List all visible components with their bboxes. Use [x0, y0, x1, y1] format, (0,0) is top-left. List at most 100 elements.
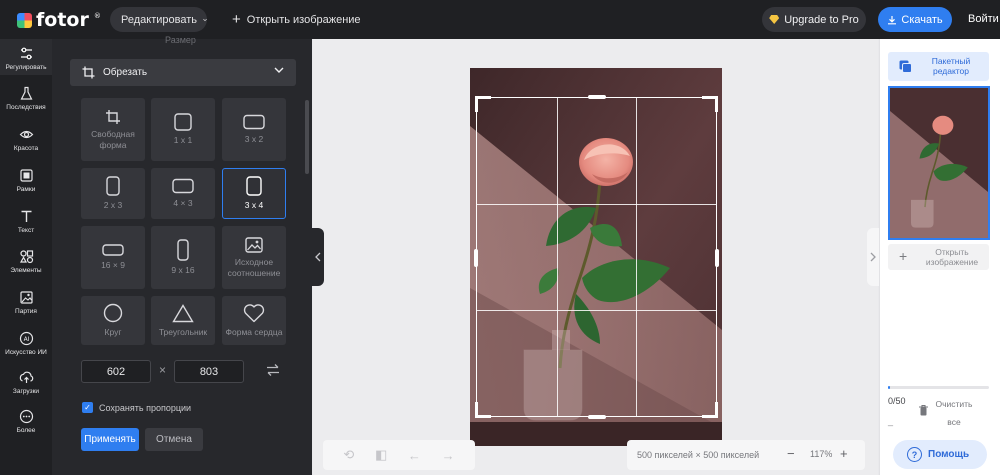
collapse-panel-button[interactable]	[311, 228, 324, 286]
crop-corner-top-left[interactable]	[475, 96, 491, 112]
clear-all-button[interactable]: Очистить все	[933, 395, 975, 431]
thumbnail-illustration	[890, 88, 988, 238]
chevron-left-icon	[314, 252, 320, 262]
crop-icon	[82, 66, 95, 79]
logo-text: fotor	[36, 9, 89, 31]
preset-4x3[interactable]: 4 × 3	[151, 168, 215, 219]
zoom-in-button[interactable]: +	[840, 446, 848, 461]
crop-frame[interactable]	[474, 95, 719, 419]
rail-label: Загрузки	[12, 388, 40, 395]
shapes-icon	[19, 250, 33, 264]
zoom-out-button[interactable]: −	[787, 446, 795, 461]
rail-item-batch[interactable]: Партия	[0, 290, 52, 315]
portrait-rect-icon	[246, 176, 262, 196]
preset-label: Форма сердца	[225, 327, 283, 337]
rail-item-ai-art[interactable]: AI Искусство ИИ	[0, 331, 52, 356]
help-label: Помощь	[928, 449, 970, 460]
height-input[interactable]: 803	[174, 360, 244, 383]
width-input[interactable]: 602	[81, 360, 151, 383]
crop-handle-right[interactable]	[715, 249, 719, 267]
preset-label: 3 x 2	[244, 134, 264, 144]
image-icon	[245, 236, 263, 253]
upload-icon	[19, 371, 33, 383]
batch-editor-button[interactable]: Пакетный редактор	[888, 52, 989, 81]
grid-line	[477, 203, 716, 205]
preset-label: 9 x 16	[171, 265, 195, 275]
ai-icon: AI	[19, 331, 33, 346]
flask-icon	[20, 86, 32, 100]
rail-item-more[interactable]: Более	[0, 409, 52, 434]
top-bar: fotor ® Редактировать + Открыть изображен…	[0, 0, 1000, 39]
preset-label: 4 × 3	[173, 198, 193, 208]
text-icon	[21, 210, 31, 222]
crop-corner-bottom-right[interactable]	[702, 402, 718, 418]
rail-label: Элементы	[10, 267, 42, 274]
plus-icon: +	[232, 11, 241, 28]
login-link[interactable]: Войти	[968, 13, 999, 25]
open-image-button[interactable]: + Открыть изображение	[232, 7, 361, 32]
crop-handle-left[interactable]	[474, 249, 478, 267]
rail-item-uploads[interactable]: Загрузки	[0, 370, 52, 395]
preset-2x3[interactable]: 2 x 3	[81, 168, 145, 219]
rail-item-frames[interactable]: Рамки	[0, 168, 52, 193]
keep-ratio-checkbox[interactable]: ✓ Сохранять пропорции	[82, 402, 191, 413]
help-button[interactable]: ? Помощь	[893, 440, 987, 469]
portrait-rect-icon	[106, 176, 120, 196]
edit-mode-dropdown[interactable]: Редактировать	[110, 7, 207, 32]
rail-label: Более	[16, 427, 36, 434]
cancel-button[interactable]: Отмена	[145, 428, 203, 451]
download-button[interactable]: Скачать	[878, 7, 952, 32]
undo-icon[interactable]: ←	[408, 448, 421, 463]
panel-scrollbar[interactable]	[305, 100, 309, 174]
crop-corner-top-right[interactable]	[702, 96, 718, 112]
zoom-level[interactable]: 117%	[810, 449, 832, 459]
fotor-logo-icon	[17, 12, 32, 28]
square-icon	[174, 113, 192, 131]
diamond-icon	[769, 15, 780, 24]
redo-icon[interactable]: →	[442, 448, 455, 463]
rail-item-effects[interactable]: Последствия	[0, 86, 52, 111]
preset-3x2[interactable]: 3 x 2	[222, 98, 286, 161]
preset-16x9[interactable]: 16 × 9	[81, 226, 145, 289]
crop-tool-dropdown[interactable]: Обрезать	[70, 59, 296, 86]
circle-icon	[103, 303, 123, 323]
preset-heart[interactable]: Форма сердца	[222, 296, 286, 345]
grid-line	[477, 309, 716, 311]
crop-handle-bottom[interactable]	[588, 415, 606, 419]
preset-original-ratio[interactable]: Исходное соотношение	[222, 226, 286, 289]
preset-1x1[interactable]: 1 x 1	[151, 98, 215, 161]
size-section-label: Размер	[165, 35, 196, 45]
preset-freeform[interactable]: Свободная форма	[81, 98, 145, 161]
landscape-rect-icon	[172, 178, 194, 194]
triangle-icon	[172, 303, 194, 322]
preset-label: 2 x 3	[103, 200, 123, 210]
rail-label: Текст	[17, 227, 35, 234]
history-icon[interactable]: ⟲	[343, 447, 354, 463]
crop-handle-top[interactable]	[588, 95, 606, 99]
preset-triangle[interactable]: Треугольник	[151, 296, 215, 345]
rail-item-adjust[interactable]: Регулировать	[0, 39, 52, 75]
swap-dimensions-icon[interactable]	[266, 363, 280, 377]
upgrade-button[interactable]: Upgrade to Pro	[762, 7, 866, 32]
fotor-logo[interactable]: fotor ®	[17, 9, 101, 31]
image-thumbnail[interactable]	[888, 86, 990, 240]
preset-circle[interactable]: Круг	[81, 296, 145, 345]
right-open-image-button[interactable]: + Открыть изображение	[888, 244, 989, 270]
batch-editor-label: Пакетный редактор	[931, 56, 971, 76]
collapse-right-panel-button[interactable]	[867, 228, 879, 286]
rail-item-elements[interactable]: Элементы	[0, 249, 52, 274]
rail-item-text[interactable]: Текст	[0, 209, 52, 234]
preset-3x4[interactable]: 3 x 4	[222, 168, 286, 219]
rail-item-beauty[interactable]: Красота	[0, 127, 52, 152]
crop-corner-bottom-left[interactable]	[475, 402, 491, 418]
compare-icon[interactable]: ◧	[375, 447, 387, 463]
apply-button[interactable]: Применять	[81, 428, 139, 451]
trash-icon[interactable]	[918, 404, 929, 416]
preset-9x16[interactable]: 9 x 16	[151, 226, 215, 289]
rail-label: Последствия	[6, 104, 46, 111]
right-open-image-label: Открыть изображение	[925, 247, 979, 267]
plus-icon: +	[899, 248, 908, 264]
zoom-toolbar: 500 пикселей × 500 пикселей − 117% +	[627, 440, 865, 470]
batch-editor-icon	[899, 60, 912, 73]
history-toolbar: ⟲ ◧ ← →	[323, 440, 475, 470]
